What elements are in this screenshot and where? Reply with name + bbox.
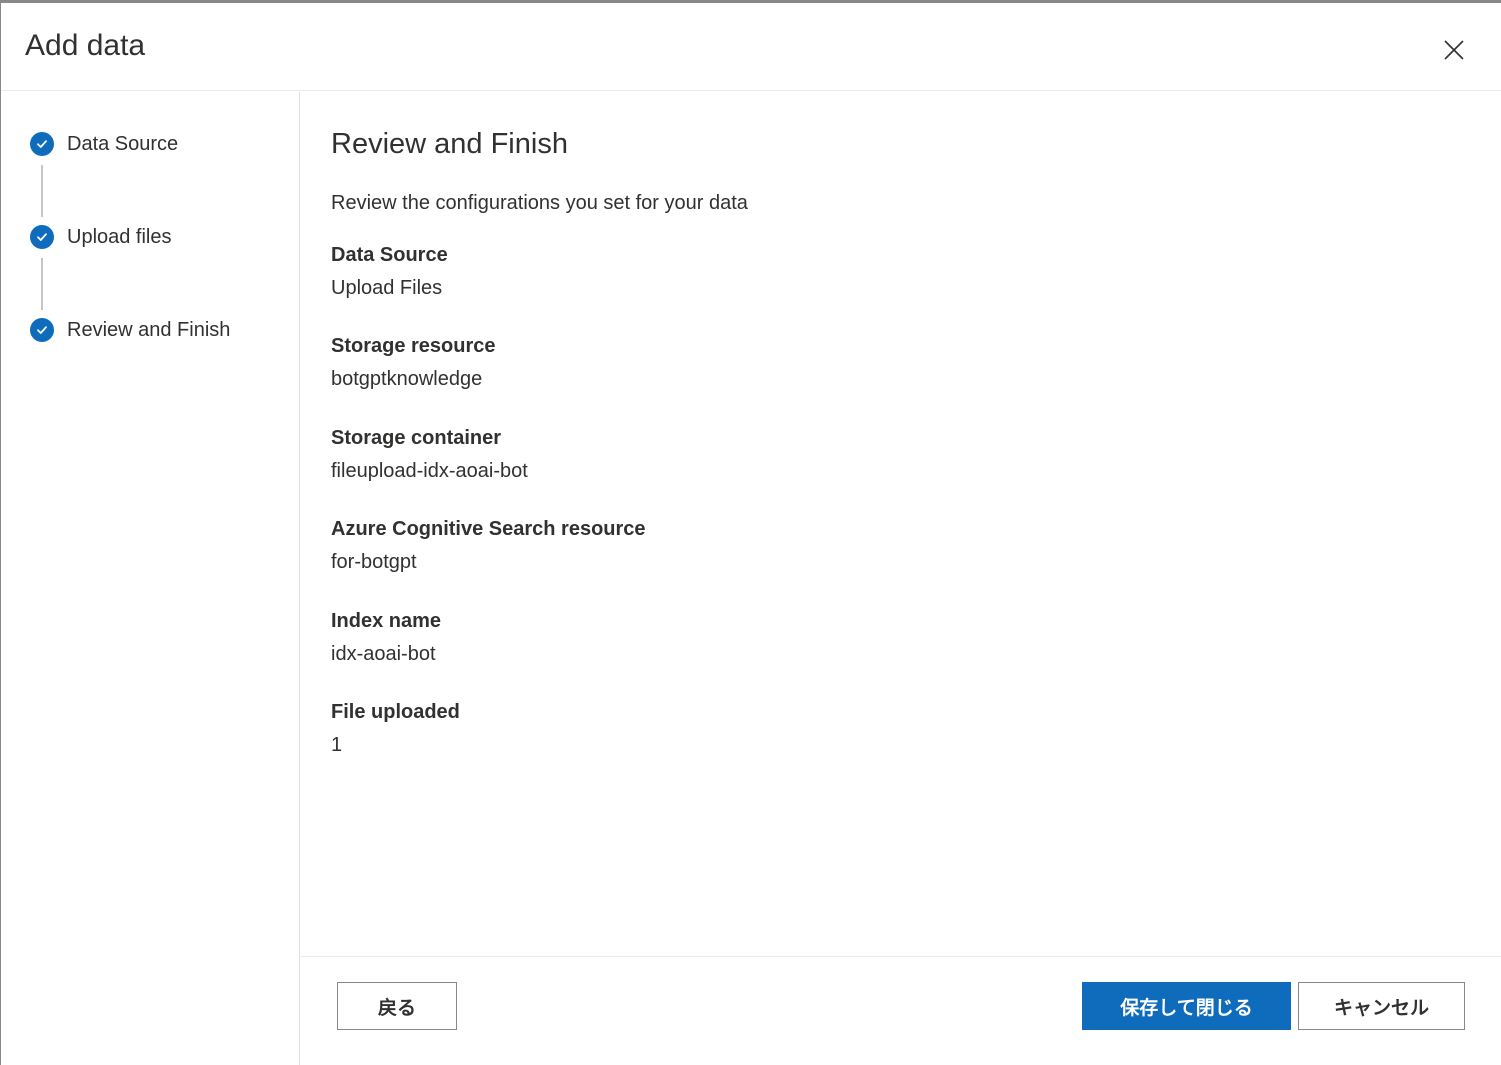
dialog-title: Add data	[25, 29, 146, 62]
step-label: Review and Finish	[67, 318, 231, 341]
review-panel: Review and Finish Review the configurati…	[301, 92, 1501, 956]
field-file-uploaded: File uploaded 1	[331, 700, 460, 757]
checkmark-circle-icon	[30, 318, 54, 342]
field-label: Index name	[331, 610, 442, 632]
save-and-close-button[interactable]: 保存して閉じる	[1082, 982, 1291, 1030]
field-storage-resource: Storage resource botgptknowledge	[331, 334, 496, 391]
field-value: for-botgpt	[331, 551, 417, 573]
step-connector	[41, 258, 43, 310]
field-storage-container: Storage container fileupload-idx-aoai-bo…	[331, 426, 528, 483]
dialog-footer: 戻る 保存して閉じる キャンセル	[301, 956, 1501, 1065]
step-connector	[41, 165, 43, 217]
field-value: fileupload-idx-aoai-bot	[331, 460, 528, 482]
field-label: Data Source	[331, 244, 448, 266]
field-data-source: Data Source Upload Files	[331, 243, 448, 300]
field-index-name: Index name idx-aoai-bot	[331, 609, 441, 666]
close-button[interactable]	[1437, 33, 1471, 67]
checkmark-circle-icon	[30, 225, 54, 249]
close-icon	[1444, 40, 1464, 60]
field-value: botgptknowledge	[331, 368, 483, 390]
field-search-resource: Azure Cognitive Search resource for-botg…	[331, 517, 646, 574]
step-label: Upload files	[67, 225, 172, 248]
section-title: Review and Finish	[331, 128, 568, 160]
field-value: 1	[331, 734, 343, 756]
dialog-header: Add data	[1, 3, 1501, 91]
field-label: Azure Cognitive Search resource	[331, 518, 646, 540]
cancel-button[interactable]: キャンセル	[1298, 982, 1465, 1030]
field-value: Upload Files	[331, 277, 443, 299]
section-description: Review the configurations you set for yo…	[331, 192, 748, 214]
step-upload-files[interactable]: Upload files	[30, 223, 172, 251]
step-data-source[interactable]: Data Source	[30, 130, 178, 158]
field-label: Storage container	[331, 427, 502, 449]
field-label: Storage resource	[331, 335, 496, 357]
field-value: idx-aoai-bot	[331, 643, 436, 665]
wizard-steps-sidebar: Data Source Upload files Review and Fini…	[1, 92, 300, 1065]
checkmark-circle-icon	[30, 132, 54, 156]
step-label: Data Source	[67, 132, 179, 155]
field-label: File uploaded	[331, 701, 460, 723]
step-review-and-finish[interactable]: Review and Finish	[30, 316, 230, 344]
back-button[interactable]: 戻る	[337, 982, 457, 1030]
